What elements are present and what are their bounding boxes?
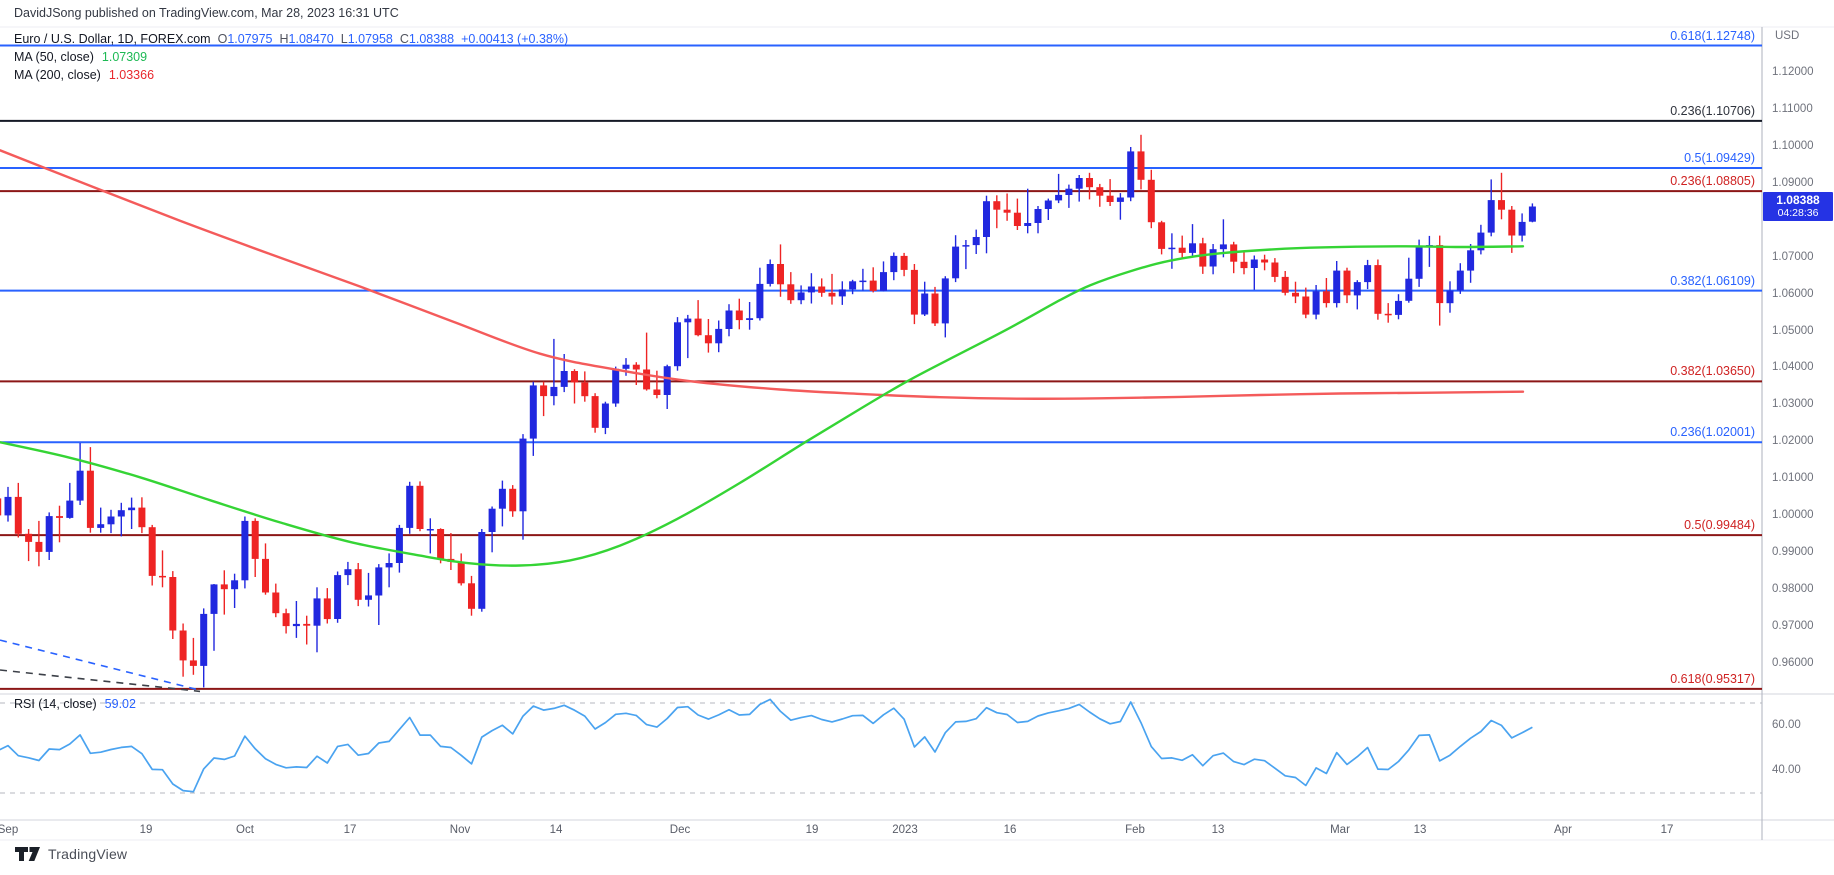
ohlc-key: H — [280, 32, 289, 46]
fib-level-label: 0.236(1.10706) — [1670, 104, 1755, 118]
publish-byline: DavidJSong published on TradingView.com,… — [14, 6, 399, 20]
price-tick-label: 1.12000 — [1772, 66, 1814, 78]
price-tick-label: 1.01000 — [1772, 472, 1814, 484]
time-tick-label: 16 — [1004, 824, 1017, 836]
change-value: +0.00413 (+0.38%) — [461, 32, 568, 46]
fib-level-label: 0.236(1.08805) — [1670, 174, 1755, 188]
tradingview-logo-icon — [14, 845, 41, 863]
price-tick-label: 1.06000 — [1772, 288, 1814, 300]
bar-countdown: 04:28:36 — [1763, 207, 1833, 219]
price-tick-label: 1.07000 — [1772, 251, 1814, 263]
ohlc-key: O — [218, 32, 228, 46]
rsi-tick-label: 40.00 — [1772, 764, 1801, 776]
rsi-label: RSI (14, close) — [14, 697, 97, 711]
ma50-label: MA (50, close) — [14, 50, 94, 64]
ohlc-value: 1.08388 — [409, 32, 454, 46]
time-tick-label: 19 — [806, 824, 819, 836]
ma200-line — [0, 150, 1523, 398]
ohlc-value: 1.07975 — [227, 32, 272, 46]
time-tick-label: Nov — [450, 824, 470, 836]
time-tick-label: Apr — [1554, 824, 1572, 836]
time-tick-label: 13 — [1414, 824, 1427, 836]
price-tick-label: 1.00000 — [1772, 509, 1814, 521]
ma50-value: 1.07309 — [102, 50, 147, 64]
price-tick-label: 1.10000 — [1772, 140, 1814, 152]
price-tick-label: 0.96000 — [1772, 657, 1814, 669]
time-tick-label: 2023 — [892, 824, 918, 836]
time-tick-label: Dec — [670, 824, 690, 836]
ohlc-key: C — [400, 32, 409, 46]
ma200-legend-row[interactable]: MA (200, close) 1.03366 — [14, 67, 568, 84]
price-tick-label: 1.11000 — [1772, 103, 1813, 115]
fib-level-label: 0.5(0.99484) — [1684, 518, 1755, 532]
fib-level-label: 0.5(1.09429) — [1684, 151, 1755, 165]
ohlc-value: 1.07958 — [348, 32, 393, 46]
currency-label: USD — [1775, 30, 1799, 42]
last-price-value: 1.08388 — [1763, 193, 1833, 207]
ma200-value: 1.03366 — [109, 68, 154, 82]
fib-base-trendlines — [0, 640, 200, 691]
pane-borders — [0, 27, 1834, 840]
fib-level-label: 0.382(1.06109) — [1670, 274, 1755, 288]
candlestick-series — [0, 135, 1536, 688]
price-tick-label: 1.03000 — [1772, 398, 1814, 410]
fib-level-label: 0.236(1.02001) — [1670, 425, 1755, 439]
fib-level-label: 0.618(0.95317) — [1670, 672, 1755, 686]
ma50-legend-row[interactable]: MA (50, close) 1.07309 — [14, 49, 568, 66]
time-tick-label: 19 — [140, 824, 153, 836]
time-tick-label: Sep — [0, 824, 18, 836]
last-price-label: 1.08388 04:28:36 — [1763, 192, 1833, 221]
tradingview-watermark[interactable]: TradingView — [14, 845, 127, 863]
fib-level-label: 0.382(1.03650) — [1670, 364, 1755, 378]
ma200-label: MA (200, close) — [14, 68, 101, 82]
symbol-legend-row[interactable]: Euro / U.S. Dollar, 1D, FOREX.comO1.0797… — [14, 31, 568, 48]
tradingview-chart-screenshot: DavidJSong published on TradingView.com,… — [0, 0, 1834, 875]
symbol-title: Euro / U.S. Dollar, 1D, FOREX.com — [14, 32, 211, 46]
price-tick-label: 0.98000 — [1772, 583, 1814, 595]
time-tick-label: Feb — [1125, 824, 1145, 836]
price-tick-label: 1.04000 — [1772, 361, 1814, 373]
time-tick-label: 14 — [550, 824, 563, 836]
time-tick-label: 17 — [1661, 824, 1674, 836]
price-tick-label: 1.09000 — [1772, 177, 1814, 189]
price-chart-canvas[interactable] — [0, 0, 1834, 875]
fib-level-label: 0.618(1.12748) — [1670, 29, 1755, 43]
time-tick-label: Mar — [1330, 824, 1350, 836]
time-tick-label: 17 — [344, 824, 357, 836]
rsi-line — [0, 699, 1532, 791]
rsi-value: 59.02 — [105, 697, 136, 711]
ohlc-value: 1.08470 — [289, 32, 334, 46]
tradingview-wordmark: TradingView — [48, 846, 127, 862]
rsi-legend-row[interactable]: RSI (14, close) 59.02 — [14, 697, 136, 711]
time-tick-label: Oct — [236, 824, 254, 836]
time-tick-label: 13 — [1212, 824, 1225, 836]
ohlc-values: O1.07975 H1.08470 L1.07958 C1.08388 — [211, 32, 455, 46]
chart-legend: Euro / U.S. Dollar, 1D, FOREX.comO1.0797… — [14, 31, 568, 85]
price-tick-label: 0.99000 — [1772, 546, 1814, 558]
rsi-tick-label: 60.00 — [1772, 719, 1801, 731]
ohlc-key: L — [341, 32, 348, 46]
rsi-pane — [0, 699, 1762, 793]
price-tick-label: 1.05000 — [1772, 325, 1814, 337]
price-tick-label: 1.02000 — [1772, 435, 1814, 447]
price-tick-label: 0.97000 — [1772, 620, 1814, 632]
